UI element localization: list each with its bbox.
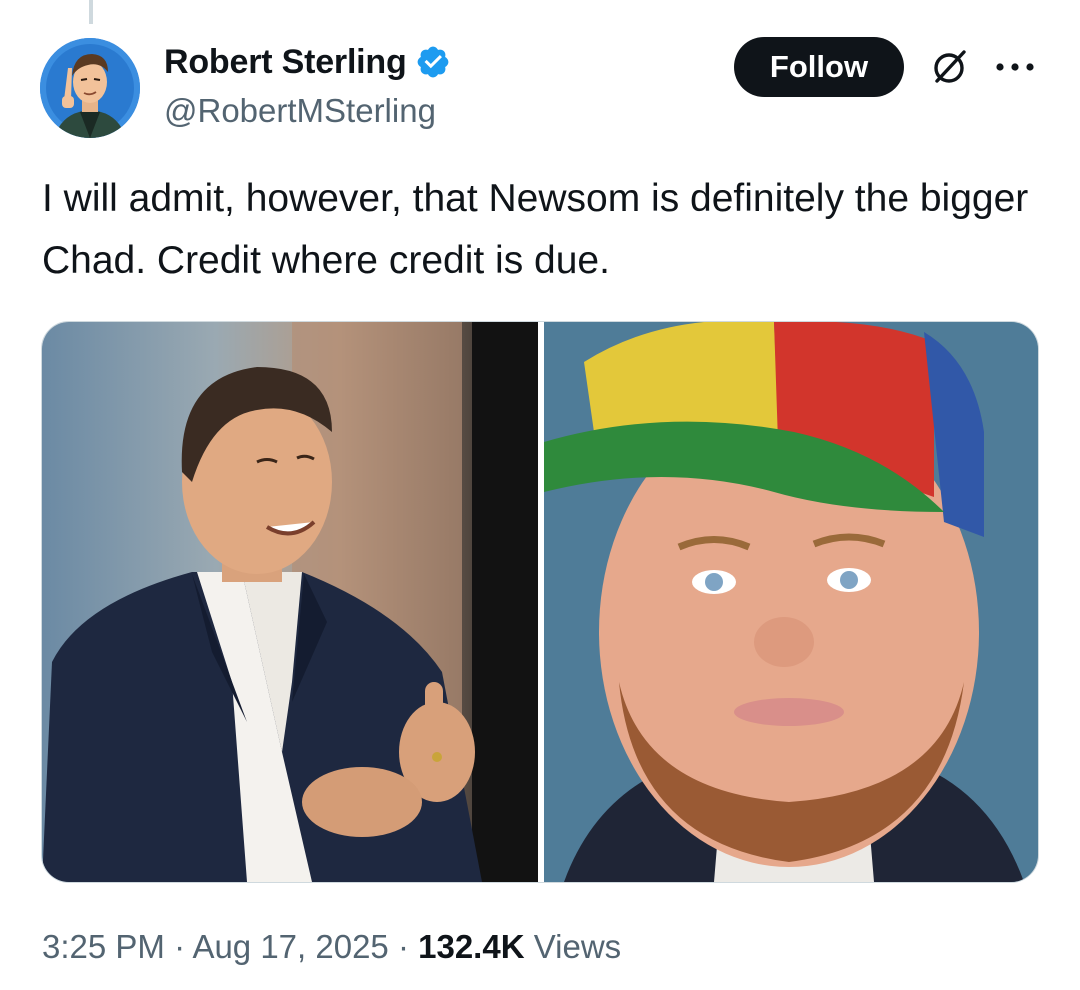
author-display-name[interactable]: Robert Sterling <box>164 43 407 82</box>
avatar[interactable] <box>40 38 140 138</box>
views-count: 132.4K <box>418 928 525 965</box>
thread-connector-line <box>89 0 93 24</box>
views-label: Views <box>533 928 622 965</box>
meta-separator: · <box>174 928 186 965</box>
grok-icon[interactable] <box>928 45 972 89</box>
meta-separator: · <box>397 928 409 965</box>
tweet-meta: 3:25 PM · Aug 17, 2025 · 132.4K Views <box>42 928 621 966</box>
tweet-date[interactable]: Aug 17, 2025 <box>192 928 388 965</box>
follow-button[interactable]: Follow <box>734 37 904 97</box>
author-name-row: Robert Sterling <box>164 40 451 84</box>
media-photo-2[interactable] <box>544 322 1038 882</box>
tweet-media <box>41 321 1039 883</box>
verified-badge-icon[interactable] <box>415 44 451 80</box>
more-icon[interactable] <box>994 52 1036 82</box>
photo-man-in-suit <box>42 322 538 882</box>
tweet-time[interactable]: 3:25 PM <box>42 928 165 965</box>
avatar-illustration <box>40 38 140 138</box>
media-photo-1[interactable] <box>42 322 538 882</box>
author-handle[interactable]: @RobertMSterling <box>164 92 436 130</box>
tweet-view: Robert Sterling @RobertMSterling Follow … <box>0 0 1080 990</box>
tweet-text: I will admit, however, that Newsom is de… <box>42 177 1029 282</box>
photo-man-with-cap <box>544 322 1038 882</box>
